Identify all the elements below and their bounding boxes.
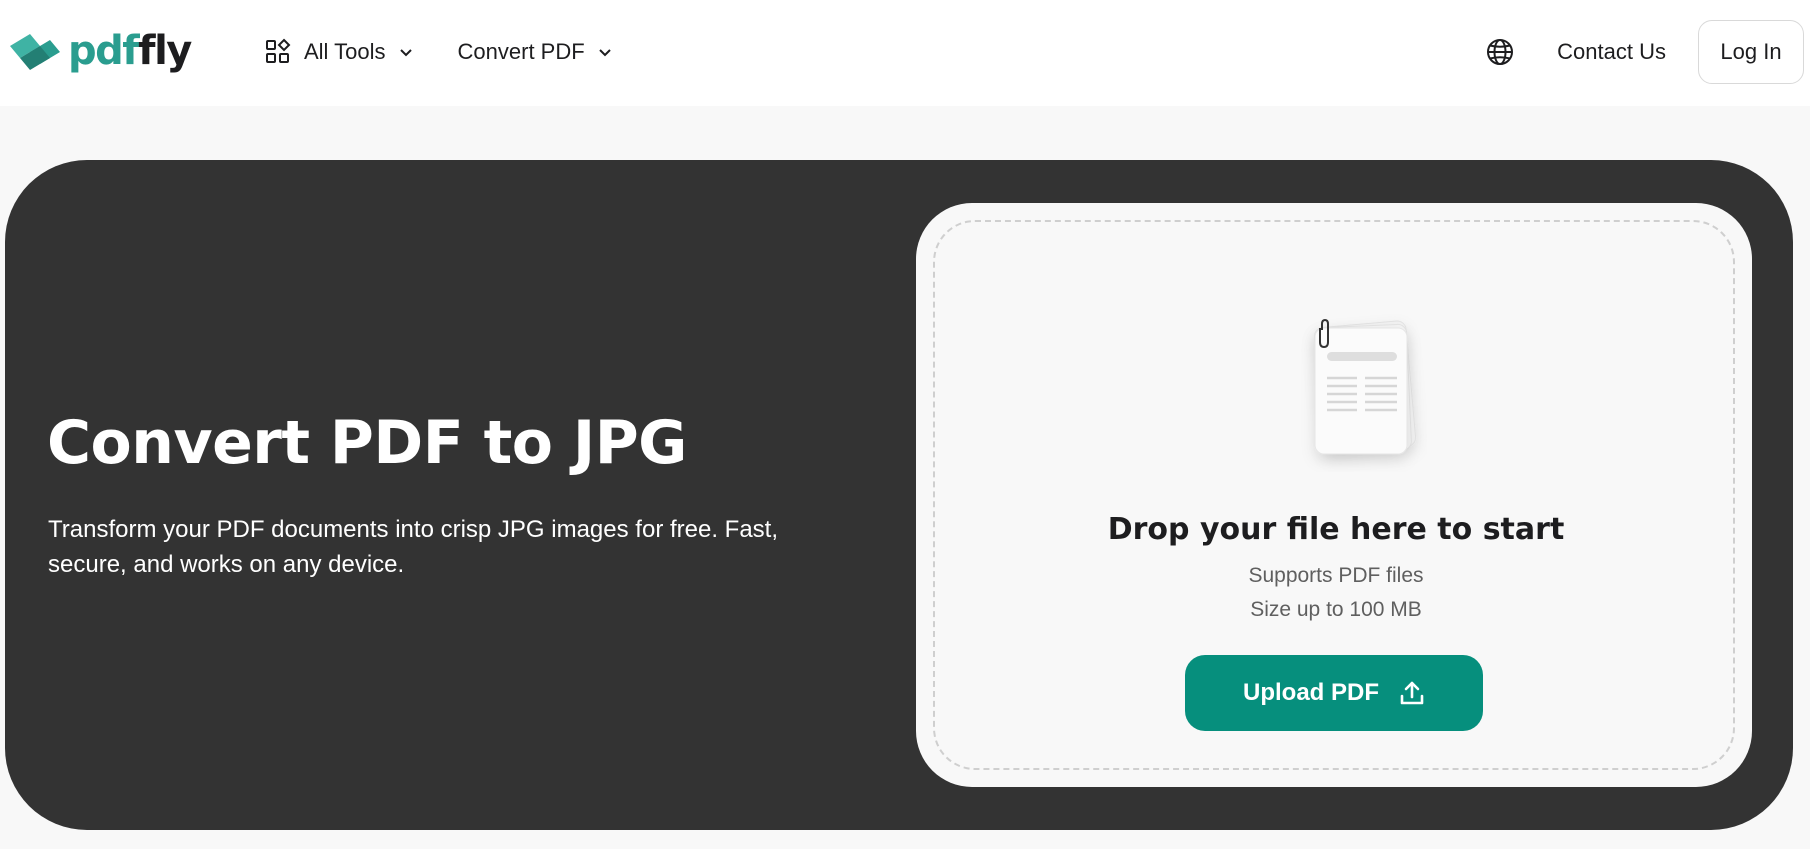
pdffly-logo-icon <box>10 34 60 70</box>
supported-formats-text: Supports PDF files <box>1248 564 1424 587</box>
document-stack-icon <box>1313 318 1417 455</box>
chevron-down-icon <box>598 49 611 57</box>
site-header: pdffly All Tools Convert PDF Contact Us … <box>0 0 1810 106</box>
page-title: Convert PDF to JPG <box>47 408 687 478</box>
logo-wordmark: pdffly <box>68 28 192 74</box>
upload-pdf-button-label: Upload PDF <box>1243 679 1379 706</box>
size-limit-text: Size up to 100 MB <box>1250 598 1422 621</box>
globe-icon[interactable] <box>1485 37 1515 67</box>
upload-pdf-button[interactable]: Upload PDF <box>1185 655 1483 731</box>
upload-card: Drop your file here to start Supports PD… <box>916 203 1752 787</box>
header-actions: Contact Us Log In <box>1485 20 1804 84</box>
dropzone-title: Drop your file here to start <box>1107 512 1565 547</box>
file-dropzone[interactable]: Drop your file here to start Supports PD… <box>933 220 1735 770</box>
contact-us-link[interactable]: Contact Us <box>1557 39 1666 65</box>
hero-section: Convert PDF to JPG Transform your PDF do… <box>5 160 1793 830</box>
chevron-down-icon <box>399 49 412 57</box>
upload-icon <box>1400 681 1424 705</box>
nav-all-tools-label: All Tools <box>304 39 386 64</box>
login-button[interactable]: Log In <box>1698 20 1804 84</box>
main-nav: All Tools Convert PDF <box>264 30 657 74</box>
page-subtitle: Transform your PDF documents into crisp … <box>48 516 779 578</box>
nav-convert-pdf[interactable]: Convert PDF <box>458 39 613 65</box>
grid-icon <box>266 38 291 63</box>
nav-all-tools[interactable]: All Tools <box>264 38 414 66</box>
pdffly-logo[interactable]: pdffly <box>8 24 192 78</box>
nav-convert-pdf-label: Convert PDF <box>457 39 585 64</box>
